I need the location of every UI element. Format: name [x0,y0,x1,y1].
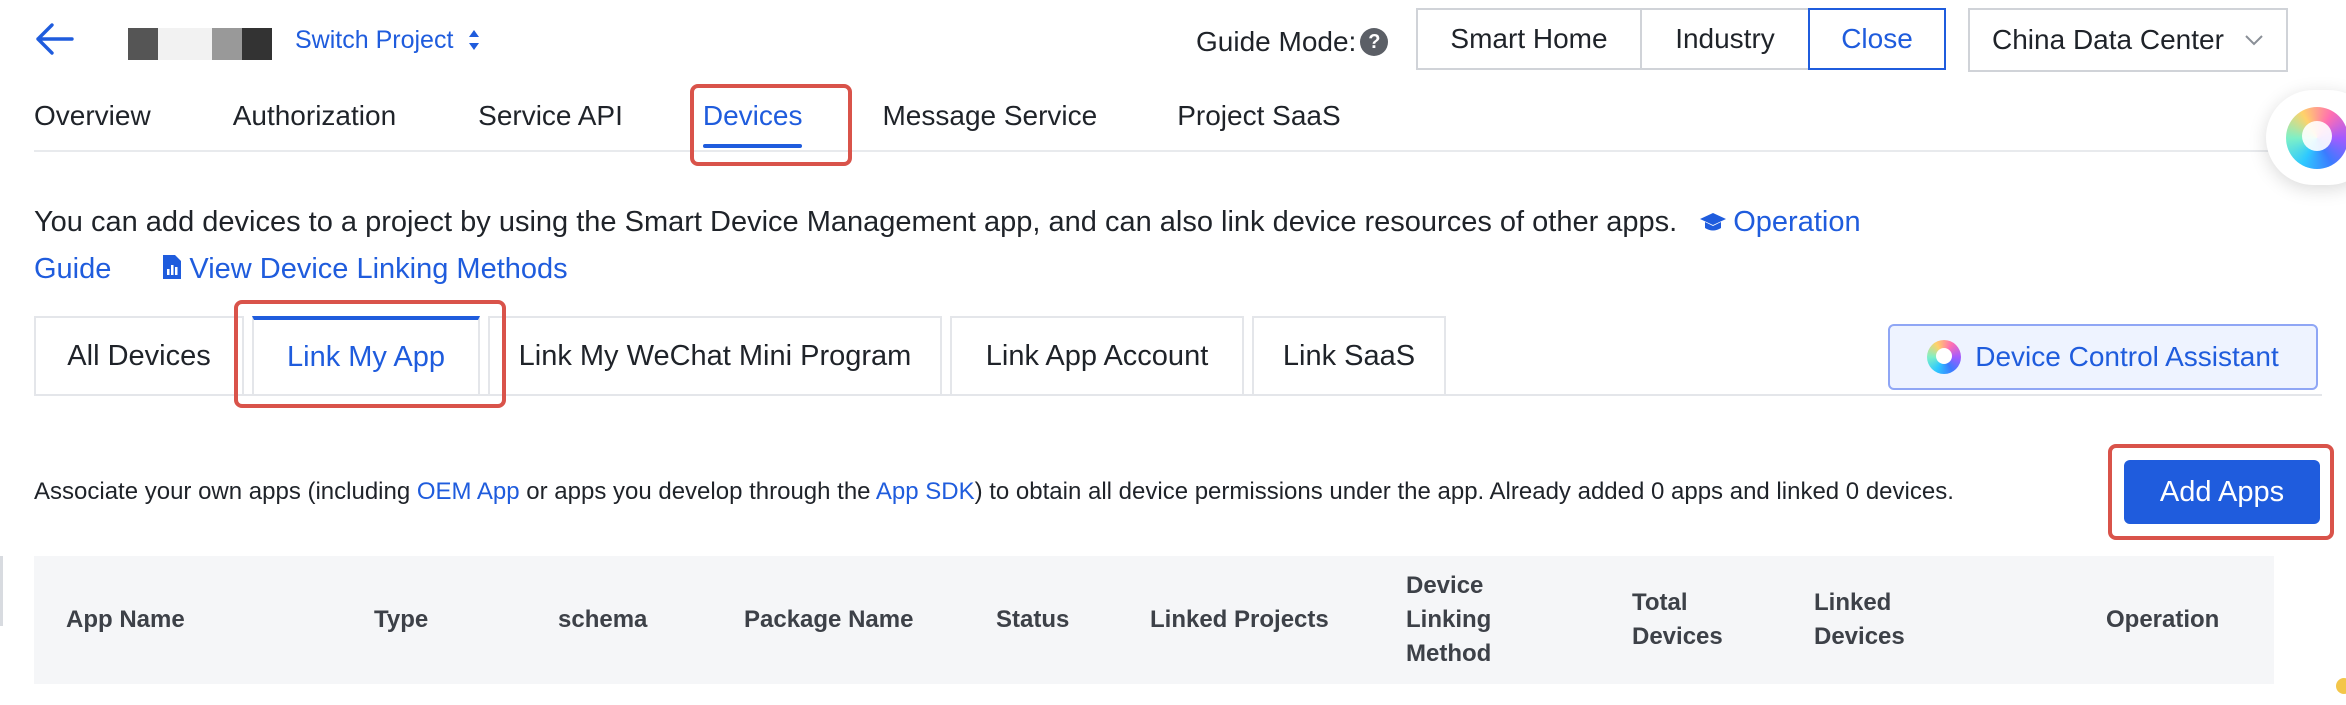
graduation-cap-icon [1699,202,1727,247]
column-header-line: Device [1406,572,1484,599]
apps-table-header: App Name Type schema Package Name Status Link… [34,556,2274,684]
th-linked-devices-label: Linked Devices [1814,586,1905,654]
th-type-label: Type [374,603,428,637]
th-app-name-label: App Name [66,603,185,637]
th-schema: schema [558,556,647,684]
subtab-divider [34,394,2322,396]
column-header-line: Status [996,606,1070,633]
column-header-line: Package Name [744,606,914,633]
th-status: Status [996,556,1069,684]
tab-overview[interactable]: Overview [34,96,151,148]
device-control-assistant-button[interactable]: Device Control Assistant [1888,324,2318,390]
tab-message-service[interactable]: Message Service [882,96,1097,148]
switch-project-button[interactable]: Switch Project [295,24,481,56]
oem-app-link[interactable]: OEM App [417,478,520,505]
th-operation: Operation [2106,556,2219,684]
th-total-devices: Total Devices [1632,556,1723,684]
subtab-link-app-account[interactable]: Link App Account [950,316,1244,394]
column-header-line: Operation [2106,606,2220,633]
subtab-link-my-app[interactable]: Link My App [252,316,480,394]
chevron-down-icon [2245,35,2263,46]
column-header-line: schema [558,606,648,633]
column-header-line: Devices [1632,623,1723,650]
devices-description: You can add devices to a project by usin… [34,200,1914,294]
column-header-line: Type [374,606,429,633]
th-status-label: Status [996,603,1069,637]
guide-mode-switch: Smart Home Industry Close [1416,8,1946,70]
guide-mode-label: Guide Mode: ? [1196,22,1389,62]
th-device-linking-method: Device Linking Method [1406,556,1491,684]
help-icon[interactable]: ? [1360,28,1389,56]
data-center-value: China Data Center [1992,24,2224,55]
tab-service-api[interactable]: Service API [478,96,623,148]
device-control-assistant-label: Device Control Assistant [1975,341,2279,372]
description-text: You can add devices to a project by usin… [34,206,1678,238]
subtab-link-wechat-mini-program[interactable]: Link My WeChat Mini Program [488,316,942,394]
th-package-name: Package Name [744,556,913,684]
th-package-name-label: Package Name [744,603,913,637]
subtab-all-devices[interactable]: All Devices [34,316,244,394]
add-apps-button[interactable]: Add Apps [2124,460,2320,524]
th-device-linking-method-label: Device Linking Method [1406,569,1491,671]
back-button[interactable] [30,18,78,60]
column-header-line: Total [1632,589,1688,616]
data-center-select[interactable]: China Data Center [1968,8,2288,72]
associate-apps-info: Associate your own apps (including OEM A… [34,478,1954,505]
column-header-line: Method [1406,640,1492,667]
tab-project-saas[interactable]: Project SaaS [1177,96,1340,148]
guide-industry-button[interactable]: Industry [1640,8,1810,70]
left-edge-divider [0,556,3,626]
assistant-orb-icon [2286,106,2346,169]
th-linked-devices: Linked Devices [1814,556,1905,684]
project-logo [128,28,272,60]
document-chart-icon [161,249,183,294]
th-linked-projects-label: Linked Projects [1150,603,1329,637]
subtab-link-saas[interactable]: Link SaaS [1252,316,1446,394]
column-header-line: App Name [66,606,185,633]
device-subtabs: All Devices Link My App Link My WeChat M… [34,316,1454,396]
guide-close-button[interactable]: Close [1808,8,1946,70]
tab-devices[interactable]: Devices [702,96,802,148]
th-schema-label: schema [558,603,647,637]
column-header-line: Linking [1406,606,1492,633]
column-header-line: Linked Projects [1150,606,1329,633]
th-linked-projects: Linked Projects [1150,556,1329,684]
nav-divider [34,150,2346,152]
guide-smart-home-button[interactable]: Smart Home [1416,8,1642,70]
main-nav: Overview Authorization Service API Devic… [34,96,1341,152]
th-type: Type [374,556,428,684]
corner-decoration [2326,664,2346,700]
sort-arrows-icon [469,30,480,50]
arrow-left-icon [36,23,74,55]
column-header-line: Linked [1814,589,1892,616]
assistant-orb-icon [1927,340,1962,374]
th-operation-label: Operation [2106,603,2219,637]
th-app-name: App Name [66,556,185,684]
switch-project-label: Switch Project [295,25,454,54]
tab-authorization[interactable]: Authorization [233,96,396,148]
view-linking-methods-link[interactable]: View Device Linking Methods [189,253,567,285]
app-sdk-link[interactable]: App SDK [876,478,975,505]
th-total-devices-label: Total Devices [1632,586,1723,654]
column-header-line: Devices [1814,623,1905,650]
floating-assistant-button[interactable] [2266,90,2346,185]
